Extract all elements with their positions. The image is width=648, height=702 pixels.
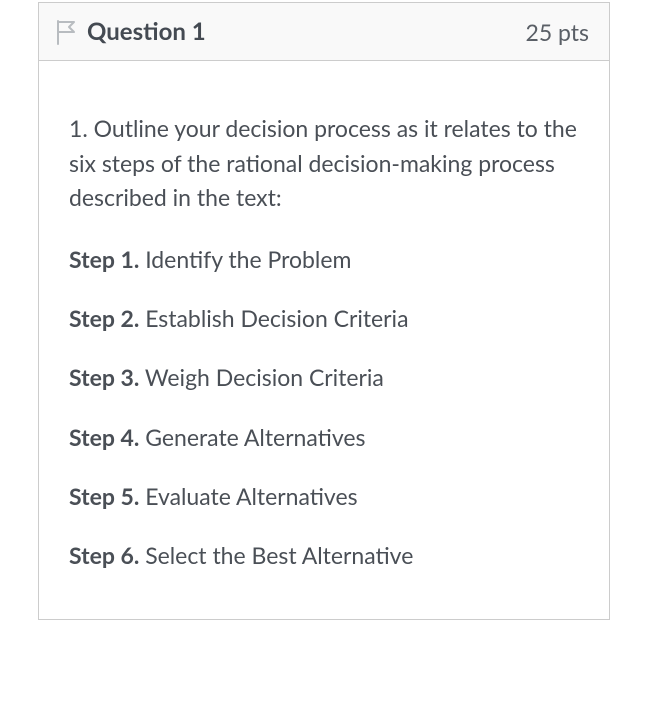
step-label: Step 1. — [69, 245, 139, 273]
step-text: Select the Best Alternative — [139, 541, 413, 569]
step-text: Generate Alternatives — [139, 423, 365, 451]
step-text: Evaluate Alternatives — [139, 482, 357, 510]
question-card: Question 1 25 pts 1. Outline your decisi… — [38, 2, 610, 620]
step-item: Step 2. Establish Decision Criteria — [69, 302, 579, 335]
step-label: Step 3. — [69, 363, 139, 391]
step-label: Step 6. — [69, 541, 139, 569]
question-points: 25 pts — [525, 18, 589, 46]
step-text: Identify the Problem — [139, 245, 351, 273]
step-label: Step 5. — [69, 482, 139, 510]
step-text: Establish Decision Criteria — [139, 304, 408, 332]
question-header: Question 1 25 pts — [39, 3, 609, 61]
question-prompt: 1. Outline your decision process as it r… — [69, 111, 579, 215]
step-item: Step 1. Identify the Problem — [69, 243, 579, 276]
step-text: Weigh Decision Criteria — [139, 363, 384, 391]
step-label: Step 2. — [69, 304, 139, 332]
step-item: Step 5. Evaluate Alternatives — [69, 480, 579, 513]
question-title: Question 1 — [87, 17, 525, 46]
question-body: 1. Outline your decision process as it r… — [39, 61, 609, 619]
flag-icon[interactable] — [55, 19, 77, 45]
step-item: Step 3. Weigh Decision Criteria — [69, 361, 579, 394]
step-item: Step 6. Select the Best Alternative — [69, 539, 579, 572]
step-item: Step 4. Generate Alternatives — [69, 421, 579, 454]
step-label: Step 4. — [69, 423, 139, 451]
